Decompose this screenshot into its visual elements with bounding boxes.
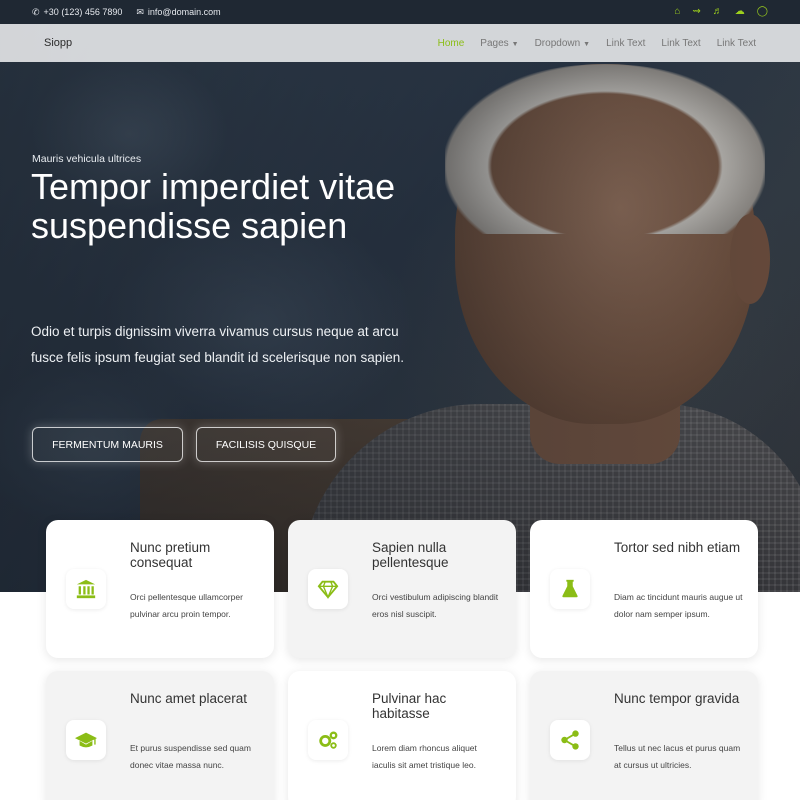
feature-title: Tortor sed nibh etiam xyxy=(614,540,741,555)
social-links: ⌂ ⇝ ♬ ☁ ◯ xyxy=(674,7,768,17)
navbar: Siopp Home Pages ▼ Dropdown ▼ Link Text Li… xyxy=(0,24,800,62)
feature-title: Nunc pretium consequat xyxy=(130,540,211,571)
hero-overlay xyxy=(0,24,800,592)
nav-item-link-2[interactable]: Link Text xyxy=(661,38,700,49)
phone-number: +30 (123) 456 7890 xyxy=(43,7,123,17)
feature-desc: Tellus ut nec lacus et purus quam at cur… xyxy=(614,743,741,770)
chevron-down-icon: ▼ xyxy=(583,40,591,48)
hero-headline: Tempor imperdiet vitae suspendisse sapie… xyxy=(31,166,396,246)
nav-item-link-1[interactable]: Link Text xyxy=(606,38,645,49)
chat-icon[interactable]: ◯ xyxy=(757,7,768,17)
cogs-icon xyxy=(308,720,348,760)
feature-desc: Orci vestibulum adipiscing blandit eros … xyxy=(372,592,499,619)
facilisis-quisque-button[interactable]: FACILISIS QUISQUE xyxy=(196,427,336,462)
feature-card[interactable]: Tortor sed nibh etiam Diam ac tincidunt … xyxy=(530,520,758,658)
email-contact[interactable]: ✉ info@domain.com xyxy=(136,7,220,18)
volume-icon[interactable]: ♬ xyxy=(713,7,723,17)
nav-item-pages-label: Pages xyxy=(480,37,509,49)
bank-icon xyxy=(66,569,106,609)
feature-title: Sapien nulla pellentesque xyxy=(372,540,449,571)
share-icon xyxy=(550,720,590,760)
flask-icon xyxy=(550,569,590,609)
main-nav: Home Pages ▼ Dropdown ▼ Link Text Link Tex… xyxy=(438,38,756,49)
feature-title: Pulvinar hac habitasse xyxy=(372,691,447,722)
feature-desc: Diam ac tincidunt mauris augue ut dolor … xyxy=(614,592,743,619)
contact-info: ✆ +30 (123) 456 7890 ✉ info@domain.com xyxy=(32,7,221,18)
feature-card[interactable]: Nunc pretium consequat Orci pellentesque… xyxy=(46,520,274,658)
hero-section xyxy=(0,24,800,592)
email-address: info@domain.com xyxy=(147,7,221,17)
top-bar: ✆ +30 (123) 456 7890 ✉ info@domain.com ⌂… xyxy=(0,0,800,24)
hero-kicker: Mauris vehicula ultrices xyxy=(32,153,142,165)
feature-desc: Lorem diam rhoncus aliquet iaculis sit a… xyxy=(372,743,477,770)
rss-icon[interactable]: ⇝ xyxy=(692,7,700,17)
mail-icon: ✉ xyxy=(136,6,144,17)
nav-item-dropdown-label: Dropdown xyxy=(534,37,581,49)
feature-card[interactable]: Sapien nulla pellentesque Orci vestibulu… xyxy=(288,520,516,658)
graduation-cap-icon xyxy=(66,720,106,760)
nav-item-pages[interactable]: Pages ▼ xyxy=(480,38,518,49)
feature-desc: Orci pellentesque ullamcorper pulvinar a… xyxy=(130,592,243,619)
phone-icon: ✆ xyxy=(32,6,40,17)
feature-card[interactable]: Nunc amet placerat Et purus suspendisse … xyxy=(46,671,274,800)
diamond-icon xyxy=(308,569,348,609)
feature-desc: Et purus suspendisse sed quam donec vita… xyxy=(130,743,251,770)
feature-title: Nunc amet placerat xyxy=(130,691,248,706)
cloud-icon[interactable]: ☁ xyxy=(735,7,745,17)
chevron-down-icon: ▼ xyxy=(511,40,519,48)
hero-lede: Odio et turpis dignissim viverra vivamus… xyxy=(31,324,404,366)
nav-item-home[interactable]: Home xyxy=(438,38,465,49)
nav-item-link-3[interactable]: Link Text xyxy=(717,38,756,49)
feature-title: Nunc tempor gravida xyxy=(614,691,740,706)
nav-item-dropdown[interactable]: Dropdown ▼ xyxy=(535,38,591,49)
feature-card[interactable]: Pulvinar hac habitasse Lorem diam rhoncu… xyxy=(288,671,516,800)
phone-contact[interactable]: ✆ +30 (123) 456 7890 xyxy=(32,7,122,18)
fermentum-mauris-button[interactable]: FERMENTUM MAURIS xyxy=(32,427,183,462)
brand-logo[interactable]: Siopp xyxy=(44,37,72,49)
home-icon[interactable]: ⌂ xyxy=(674,7,680,17)
feature-card[interactable]: Nunc tempor gravida Tellus ut nec lacus … xyxy=(530,671,758,800)
